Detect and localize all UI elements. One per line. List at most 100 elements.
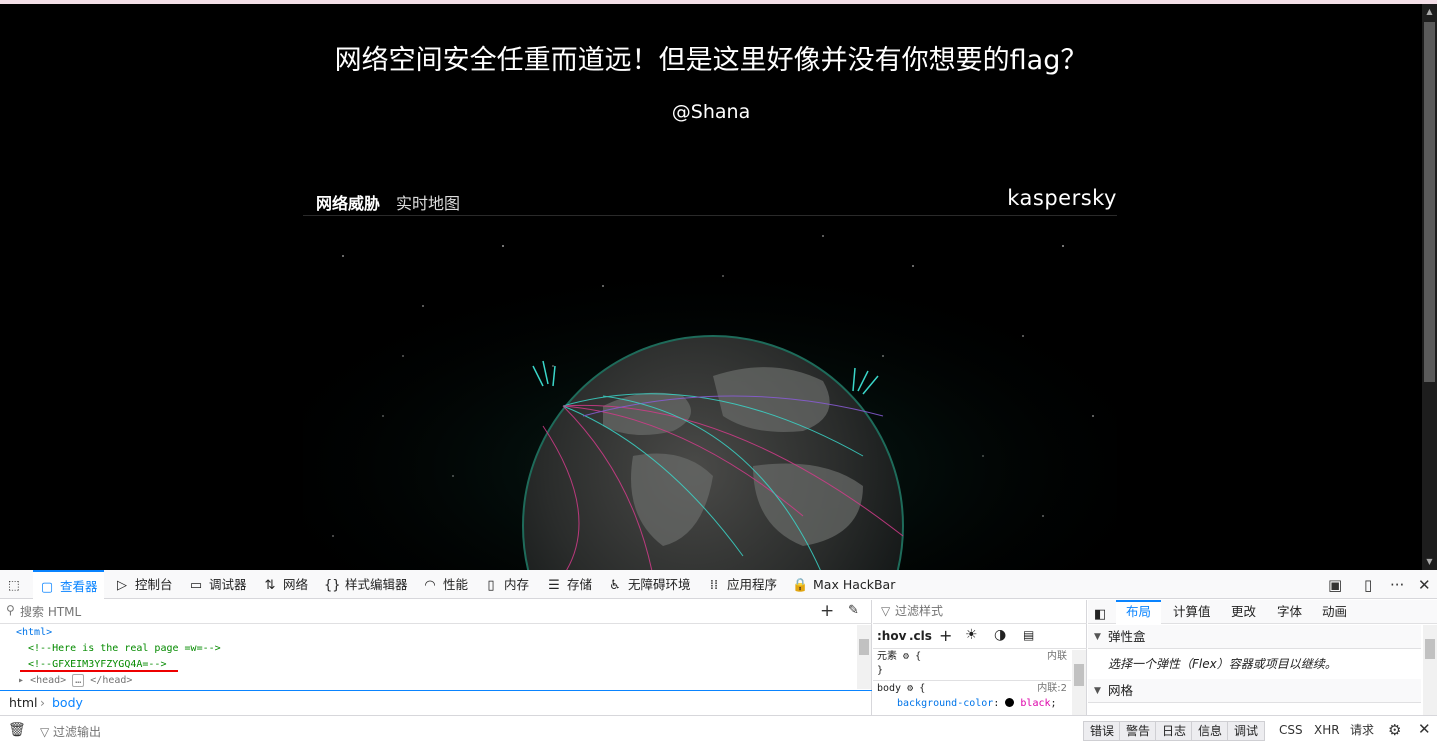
tab-memory[interactable]: ▯ 内存: [483, 570, 529, 599]
tab-network[interactable]: ⇅ 网络: [262, 570, 308, 599]
gear-icon[interactable]: ⚙: [907, 683, 913, 694]
dock-side-icon[interactable]: ▣: [1328, 576, 1342, 594]
accessibility-icon: ♿: [609, 578, 621, 593]
flex-note: 选择一个弹性（Flex）容器或项目以继续。: [1108, 657, 1337, 671]
filter-info[interactable]: 信息: [1191, 721, 1230, 741]
flexbox-section[interactable]: ▼ 弹性盒: [1088, 625, 1421, 649]
threat-map-header: 网络威胁 实时地图 kaspersky: [303, 184, 1117, 216]
hackbar-icon: 🔒: [792, 578, 809, 593]
filter-errors[interactable]: 错误: [1083, 721, 1122, 741]
tab-performance[interactable]: ◠ 性能: [422, 570, 468, 599]
devtools-toolbar: ⬚ ▢ 查看器 ▷ 控制台 ▭ 调试器 ⇅ 网络 {} 样式编辑器 ◠ 性能 ▯ 内存 ☰ 存储…: [0, 570, 1437, 599]
search-icon: ⚲: [6, 603, 15, 617]
breadcrumb-body[interactable]: body: [52, 691, 83, 715]
layout-tabs: ◧ 布局 计算值 更改 字体 动画: [1088, 600, 1437, 624]
style-editor-icon: {}: [324, 578, 341, 593]
tab-console[interactable]: ▷ 控制台: [114, 570, 173, 599]
color-swatch[interactable]: [1005, 698, 1015, 707]
tab-changes[interactable]: 更改: [1231, 600, 1256, 624]
tab-inspector[interactable]: ▢ 查看器: [33, 570, 104, 599]
rules-scrollbar[interactable]: [1072, 650, 1086, 715]
print-media-icon[interactable]: ▤: [1023, 628, 1034, 642]
filter-debug[interactable]: 调试: [1227, 721, 1266, 741]
comment-node[interactable]: <!--Here is the real page =w=-->: [28, 641, 221, 657]
html-search-input[interactable]: [20, 603, 800, 621]
web-page: 网络空间安全任重而道远！但是这里好像并没有你想要的flag？ @Shana 网络…: [0, 4, 1422, 570]
tab-computed[interactable]: 计算值: [1173, 600, 1211, 624]
layout-scrollbar[interactable]: [1423, 625, 1437, 715]
collapse-arrow-icon: ▼: [1094, 686, 1101, 696]
page-author: @Shana: [671, 101, 751, 123]
gear-icon[interactable]: ⚙: [903, 651, 909, 662]
markup-pane: ⚲ + ✎ <html> <!--Here is the real page =…: [0, 600, 872, 715]
storage-icon: ☰: [548, 578, 560, 593]
tab-animations[interactable]: 动画: [1322, 600, 1347, 624]
console-bar: 🗑 ▽ 过滤输出 错误 警告 日志 信息 调试 CSS XHR 请求 ⚙ ✕: [0, 715, 1437, 745]
light-theme-icon[interactable]: ☀: [965, 627, 978, 643]
eyedropper-icon[interactable]: ✎: [848, 603, 859, 618]
map-title-bold: 网络威胁: [316, 194, 381, 213]
kaspersky-logo[interactable]: kaspersky: [1007, 186, 1117, 210]
expand-arrow-icon[interactable]: ▸: [18, 675, 24, 686]
more-menu-icon[interactable]: ···: [1390, 576, 1404, 594]
filter-logs[interactable]: 日志: [1155, 721, 1194, 741]
filter-css[interactable]: CSS: [1273, 721, 1309, 741]
settings-gear-icon[interactable]: ⚙: [1388, 721, 1401, 739]
add-node-icon[interactable]: +: [820, 601, 834, 621]
add-rule-icon[interactable]: +: [939, 626, 952, 645]
trash-icon[interactable]: 🗑: [8, 722, 26, 738]
inspector-icon: ▢: [40, 580, 54, 595]
performance-icon: ◠: [424, 578, 436, 593]
html-node[interactable]: <html>: [16, 625, 52, 641]
collapse-arrow-icon: ▼: [1094, 632, 1101, 642]
collapsed-content-badge[interactable]: …: [72, 674, 85, 687]
devtools-panel: ⬚ ▢ 查看器 ▷ 控制台 ▭ 调试器 ⇅ 网络 {} 样式编辑器 ◠ 性能 ▯ 内存 ☰ 存储…: [0, 570, 1437, 745]
close-split-console-icon[interactable]: ✕: [1418, 720, 1431, 738]
console-filter[interactable]: ▽ 过滤输出: [40, 723, 101, 740]
styles-filter[interactable]: ▽ 过滤样式: [873, 600, 1087, 624]
scroll-up-icon[interactable]: ▲: [1424, 6, 1435, 18]
page-scrollbar-thumb[interactable]: [1424, 22, 1435, 382]
tab-layout[interactable]: 布局: [1116, 600, 1162, 624]
breadcrumb-separator-icon: ›: [40, 695, 45, 710]
close-devtools-icon[interactable]: ✕: [1418, 576, 1431, 594]
filter-icon: ▽: [881, 604, 891, 618]
cls-button[interactable]: .cls: [909, 629, 932, 643]
scroll-down-icon[interactable]: ▼: [1424, 556, 1435, 568]
tab-style-editor[interactable]: {} 样式编辑器: [324, 570, 408, 599]
css-rules: 元素 ⚙ { 内联 } body ⚙ { 内联:2 background-col…: [873, 650, 1071, 715]
responsive-mode-icon[interactable]: ▯: [1364, 576, 1372, 594]
globe-graphic: [303, 216, 1117, 570]
page-headline: 网络空间安全任重而道远！但是这里好像并没有你想要的flag？: [334, 45, 1088, 76]
rule-divider: [873, 680, 1071, 681]
head-node[interactable]: ▸ <head> … </head>: [18, 673, 132, 689]
grid-section[interactable]: ▼ 网格: [1088, 679, 1421, 703]
markup-scrollbar[interactable]: [857, 625, 871, 689]
tab-fonts[interactable]: 字体: [1277, 600, 1302, 624]
css-declaration[interactable]: background-color: black;: [897, 697, 1057, 711]
tab-max-hackbar[interactable]: 🔒 Max HackBar: [792, 570, 895, 599]
rules-pane: ▽ 过滤样式 :hov .cls + ☀ ◑ ▤ 元素 ⚙ { 内联 } bod…: [873, 600, 1087, 715]
hov-button[interactable]: :hov: [877, 629, 906, 643]
filter-xhr[interactable]: XHR: [1308, 721, 1346, 741]
dark-theme-icon[interactable]: ◑: [994, 627, 1006, 643]
console-icon: ▷: [117, 578, 127, 593]
markup-tree: <html> <!--Here is the real page =w=--> …: [0, 625, 856, 689]
rule-body[interactable]: body ⚙ {: [877, 682, 925, 696]
filter-warnings[interactable]: 警告: [1119, 721, 1158, 741]
network-icon: ⇅: [264, 578, 276, 593]
breadcrumb-html[interactable]: html: [9, 691, 37, 715]
tab-debugger[interactable]: ▭ 调试器: [188, 570, 247, 599]
rule-element[interactable]: 元素 ⚙ {: [877, 650, 921, 664]
layout-pane: ◧ 布局 计算值 更改 字体 动画 ▼ 弹性盒 选择一个弹性（Flex）容器或项…: [1088, 600, 1437, 715]
tab-storage[interactable]: ☰ 存储: [546, 570, 592, 599]
rule-source[interactable]: 内联:2: [1037, 682, 1067, 696]
tab-accessibility[interactable]: ♿ 无障碍环境: [607, 570, 690, 599]
page-scrollbar[interactable]: ▲ ▼: [1422, 4, 1437, 570]
sidebar-toggle-icon[interactable]: ◧: [1094, 603, 1106, 627]
threat-map-globe[interactable]: [303, 216, 1117, 570]
element-picker-icon[interactable]: ⬚: [8, 570, 20, 599]
rule-source[interactable]: 内联: [1047, 650, 1067, 664]
tab-application[interactable]: ⁞⁞ 应用程序: [706, 570, 777, 599]
filter-requests[interactable]: 请求: [1344, 721, 1380, 741]
